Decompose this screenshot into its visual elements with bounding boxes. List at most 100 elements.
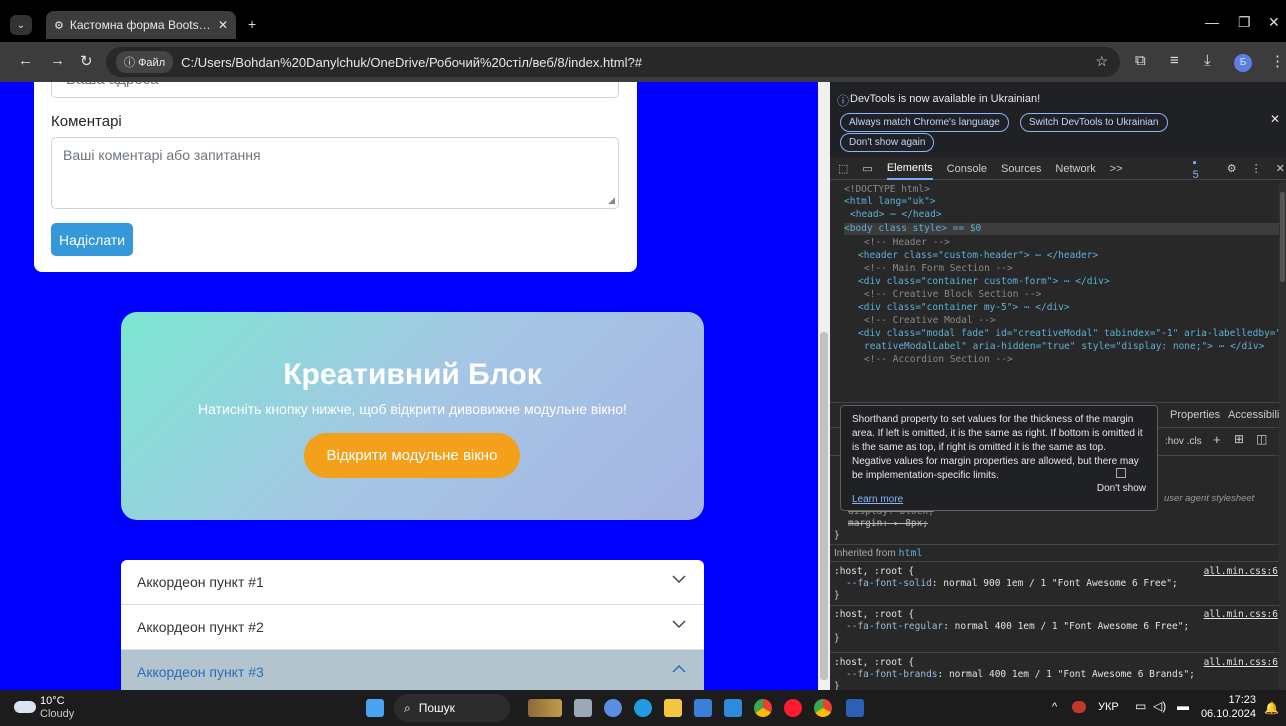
switch-language-button[interactable]: Switch DevTools to Ukrainian [1020, 113, 1168, 132]
issues-badge[interactable]: ▪ 5 [1193, 157, 1213, 181]
file-explorer-icon[interactable] [664, 699, 682, 717]
tab-close-icon[interactable]: ✕ [218, 18, 228, 32]
reading-list-icon[interactable]: ≡ [1170, 52, 1179, 69]
widgets-icon[interactable] [528, 699, 562, 717]
reload-icon[interactable]: ↻ [80, 52, 93, 70]
address-bar[interactable]: ⓘ Файл C:/Users/Bohdan%20Danylchuk/OneDr… [106, 47, 1120, 77]
dom-line[interactable]: <!-- Creative Block Section --> [864, 289, 1041, 301]
accordion-item-1[interactable]: Аккордеон пункт #1 [121, 560, 704, 605]
store-icon[interactable] [694, 699, 712, 717]
devtools-scrollbar[interactable] [1279, 182, 1286, 690]
computed-styles-icon[interactable]: ⊞ [1234, 432, 1244, 446]
close-infobar-icon[interactable]: ✕ [1270, 112, 1280, 126]
new-rule-icon[interactable]: + [1213, 432, 1221, 447]
forward-icon[interactable]: → [50, 52, 65, 69]
download-icon[interactable]: ⤓ [1204, 52, 1211, 69]
rule-source-link[interactable]: all.min.css:6 [1204, 609, 1278, 621]
battery-icon[interactable]: ▬ [1177, 699, 1189, 713]
dom-line[interactable]: <header class="custom-header"> ⋯ </heade… [858, 250, 1098, 262]
rule-source-link[interactable]: all.min.css:6 [1204, 566, 1278, 578]
close-window-icon[interactable]: ✕ [1268, 14, 1280, 31]
dom-line[interactable]: <!-- Accordion Section --> [864, 354, 1013, 364]
settings-gear-icon[interactable]: ⚙ [1227, 162, 1237, 175]
dom-line[interactable]: <head> ⋯ </head> [850, 209, 942, 221]
profile-avatar[interactable]: Б [1234, 54, 1252, 72]
open-modal-button[interactable]: Відкрити модульне вікно [304, 433, 520, 478]
new-tab-icon[interactable]: + [248, 16, 256, 32]
dom-line[interactable]: <div class="container custom-form"> ⋯ </… [858, 276, 1110, 288]
file-chip[interactable]: ⓘ Файл [116, 51, 174, 73]
minimize-icon[interactable]: — [1205, 14, 1219, 30]
inspect-icon[interactable]: ⬚ [838, 162, 848, 175]
restore-icon[interactable]: ❐ [1238, 14, 1251, 31]
windows-taskbar: 10°C Cloudy ⌕ Пошук ^ УКР ▭ ◁) ▬ 17:23 0… [0, 690, 1286, 726]
scrollbar-thumb[interactable] [1280, 192, 1285, 282]
edge-icon[interactable] [634, 699, 652, 717]
dont-show-again-button[interactable]: Don't show again [840, 133, 935, 152]
rule-source-link[interactable]: all.min.css:6 [1204, 657, 1278, 669]
close-devtools-icon[interactable]: ✕ [1276, 162, 1285, 175]
address-input[interactable]: Ваша адреса [51, 82, 619, 98]
network-icon[interactable]: ▭ [1135, 699, 1146, 713]
dom-line[interactable]: <div class="modal fade" id="creativeModa… [858, 328, 1286, 340]
language-indicator[interactable]: УКР [1098, 701, 1119, 713]
tab-accessibility[interactable]: Accessibility [1228, 409, 1286, 421]
dom-line[interactable]: <!-- Main Form Section --> [864, 263, 1013, 275]
copilot-icon[interactable] [604, 699, 622, 717]
volume-icon[interactable]: ◁) [1153, 699, 1166, 713]
dont-show-checkbox[interactable] [1116, 468, 1127, 478]
hov-cls-toggle[interactable]: :hov .cls [1165, 436, 1202, 447]
bookmark-star-icon[interactable]: ☆ [1095, 53, 1108, 70]
windows-start-icon[interactable] [366, 699, 384, 717]
dom-line[interactable]: <div class="container my-5"> ⋯ </div> [858, 302, 1070, 314]
taskbar-search[interactable]: ⌕ Пошук [394, 694, 510, 722]
sidebar-toggle-icon[interactable]: ◫ [1256, 432, 1267, 446]
css-rule[interactable]: :host, :root { all.min.css:6 --fa-font-s… [834, 566, 1282, 601]
menu-kebab-icon[interactable]: ⋮ [1270, 52, 1285, 70]
chrome-profile-icon[interactable] [814, 699, 832, 717]
dom-line[interactable]: reativeModalLabel" aria-hidden="true" st… [864, 341, 1264, 353]
resize-grip-icon[interactable]: ◢ [608, 195, 615, 206]
search-label: Пошук [418, 701, 455, 715]
tab-sources[interactable]: Sources [1001, 163, 1041, 175]
tab-properties[interactable]: Properties [1170, 409, 1220, 421]
submit-button[interactable]: Надіслати [51, 223, 133, 256]
device-toolbar-icon[interactable]: ▭ [862, 162, 872, 175]
css-rule[interactable]: :host, :root { all.min.css:6 --fa-font-b… [834, 657, 1282, 690]
match-language-button[interactable]: Always match Chrome's language [840, 113, 1009, 132]
tab-elements[interactable]: Elements [886, 158, 933, 180]
tray-app-icon[interactable] [1072, 701, 1086, 713]
dom-line[interactable]: <html lang="uk"> [844, 196, 936, 208]
more-tabs-icon[interactable]: >> [1110, 163, 1123, 175]
tab-network[interactable]: Network [1055, 163, 1095, 175]
clock-date[interactable]: 06.10.2024 [1198, 708, 1256, 720]
back-icon[interactable]: ← [18, 52, 33, 69]
learn-more-link[interactable]: Learn more [852, 494, 903, 505]
browser-tab[interactable]: ⚙ Кастомна форма Bootstrap з п ✕ [46, 11, 236, 39]
accordion-item-2[interactable]: Аккордеон пункт #2 [121, 605, 704, 650]
clock-time[interactable]: 17:23 [1216, 694, 1256, 706]
vscode-icon[interactable] [724, 699, 742, 717]
opera-icon[interactable] [784, 699, 802, 717]
dom-line[interactable]: <!DOCTYPE html> [844, 184, 930, 196]
dom-line-selected[interactable]: <body class style> == $0 [844, 223, 1284, 235]
weather-temperature[interactable]: 10°C [40, 695, 65, 707]
css-rule[interactable]: :host, :root { all.min.css:6 --fa-font-r… [834, 609, 1282, 644]
dom-line[interactable]: <!-- Header --> [864, 237, 950, 249]
word-icon[interactable] [846, 699, 864, 717]
page-scrollbar[interactable] [818, 82, 830, 690]
accordion-item-3[interactable]: Аккордеон пункт #3 [121, 650, 704, 690]
tab-console[interactable]: Console [947, 163, 987, 175]
ua-rule-line[interactable]: margin: ▸ 8px; [848, 518, 928, 530]
task-view-icon[interactable] [574, 699, 592, 717]
tray-chevron-up-icon[interactable]: ^ [1052, 701, 1057, 713]
weather-condition[interactable]: Cloudy [40, 708, 74, 720]
devtools-menu-icon[interactable]: ⋮ [1251, 162, 1262, 175]
notification-bell-icon[interactable]: 🔔 [1264, 701, 1279, 715]
extensions-icon[interactable]: ⧉ [1135, 52, 1146, 69]
dom-line[interactable]: <!-- Creative Modal --> [864, 315, 996, 327]
tab-search-icon[interactable]: ⌄ [10, 15, 32, 35]
chrome-icon[interactable] [754, 699, 772, 717]
scrollbar-thumb[interactable] [820, 332, 828, 680]
comment-textarea[interactable]: Ваші коментарі або запитання ◢ [51, 137, 619, 209]
